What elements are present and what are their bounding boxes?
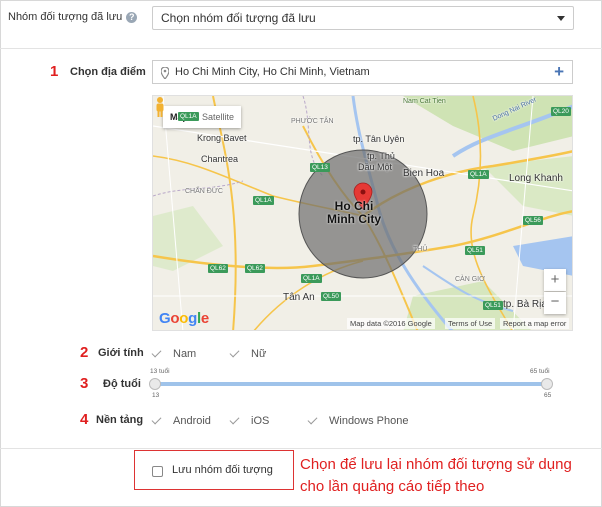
highway-shield: QL56: [523, 216, 543, 225]
platform-option-ios[interactable]: iOS: [229, 414, 270, 427]
check-icon: [229, 414, 240, 425]
highway-shield: QL51: [483, 301, 503, 310]
age-min-top-label: 13 tuổi: [150, 368, 170, 375]
platform-label: Nền tảng: [96, 414, 144, 426]
map-city-label: Ho Chi Minh City: [327, 200, 381, 226]
gender-option-female[interactable]: Nữ: [229, 347, 267, 360]
location-value: Ho Chi Minh City, Ho Chi Minh, Vietnam: [175, 66, 370, 78]
map-terms-link[interactable]: Terms of Use: [445, 318, 496, 329]
highway-shield: QL51: [465, 246, 485, 255]
gender-option-male[interactable]: Nam: [151, 347, 197, 360]
zoom-out-button[interactable]: −: [544, 292, 566, 314]
map-label: Krong Bavet: [197, 133, 247, 143]
save-audience-label[interactable]: Lưu nhóm đối tượng: [172, 464, 273, 476]
step-number-1: 1: [50, 63, 59, 80]
divider: [0, 48, 602, 49]
map-label: PHƯỚC TÂN: [291, 118, 334, 125]
platform-option-label: iOS: [251, 415, 270, 427]
gender-option-label: Nữ: [251, 348, 267, 360]
map-label: Dầu Một: [358, 162, 393, 172]
annotation-note: Chọn để lưu lại nhóm đối tượng sử dụng c…: [300, 454, 600, 498]
annotation-line2: cho lần quảng cáo tiếp theo: [300, 478, 485, 495]
map-tab-satellite[interactable]: Satellite: [195, 106, 241, 128]
zoom-in-button[interactable]: +: [544, 269, 566, 291]
step-number-4: 4: [80, 411, 89, 428]
age-slider-track[interactable]: [155, 382, 548, 386]
gender-label: Giới tính: [98, 347, 144, 359]
step-number-2: 2: [80, 344, 89, 361]
platform-option-android[interactable]: Android: [151, 414, 211, 427]
add-location-icon[interactable]: +: [554, 63, 564, 81]
check-icon: [229, 347, 240, 358]
check-icon: [151, 347, 162, 358]
saved-audience-select[interactable]: Chọn nhóm đối tượng đã lưu: [152, 6, 574, 30]
divider: [0, 448, 602, 449]
location-label: Chọn địa điểm: [70, 66, 146, 78]
map-label: tp. Thủ: [367, 151, 395, 161]
pegman-icon[interactable]: [153, 96, 167, 118]
highway-shield: QL1A: [301, 274, 322, 283]
platform-option-label: Windows Phone: [329, 415, 409, 427]
map-label: THỦ: [413, 246, 428, 253]
gender-option-label: Nam: [173, 348, 197, 360]
location-pin-icon: [161, 67, 169, 79]
map-attribution: Map data ©2016 Google: [347, 318, 435, 329]
map-label: Nam Cat Tien: [403, 98, 446, 105]
highway-shield: QL13: [310, 163, 330, 172]
map-city-line2: Minh City: [327, 212, 381, 226]
highway-shield: QL1A: [468, 170, 489, 179]
map-report-link[interactable]: Report a map error: [500, 318, 570, 329]
saved-audience-label-text: Nhóm đối tượng đã lưu: [8, 11, 123, 23]
age-max-top-label: 65 tuổi: [530, 368, 550, 375]
platform-option-windows-phone[interactable]: Windows Phone: [307, 414, 409, 427]
save-audience-checkbox[interactable]: [152, 466, 163, 477]
check-icon: [151, 414, 162, 425]
annotation-line1: Chọn để lưu lại nhóm đối tượng sử dụng: [300, 456, 572, 473]
step-number-3: 3: [80, 375, 89, 392]
highway-shield: QL1A: [253, 196, 274, 205]
map-type-control[interactable]: Map Satellite: [163, 106, 242, 128]
highway-shield: QL20: [551, 107, 571, 116]
age-max-label: 65: [544, 392, 552, 399]
saved-audience-label: Nhóm đối tượng đã lưu?: [8, 11, 138, 23]
platform-option-label: Android: [173, 415, 211, 427]
save-audience-highlight: Lưu nhóm đối tượng: [134, 450, 294, 490]
map-label: CÀN GIỜ: [455, 276, 486, 283]
saved-audience-select-value: Chọn nhóm đối tượng đã lưu: [161, 11, 316, 25]
map-label: Chantrea: [201, 154, 239, 164]
check-icon: [307, 414, 318, 425]
highway-shield: QL62: [208, 264, 228, 273]
location-input[interactable]: Ho Chi Minh City, Ho Chi Minh, Vietnam +: [152, 60, 573, 84]
highway-shield: QL62: [245, 264, 265, 273]
info-icon[interactable]: ?: [126, 11, 138, 23]
map-label: Long Khanh: [509, 173, 563, 184]
map-label: CHẤN ĐỨC: [185, 188, 223, 195]
map-label: tp. Tân Uyên: [353, 134, 405, 144]
age-label: Độ tuổi: [103, 378, 141, 390]
location-map[interactable]: Map Satellite Ho Chi Minh City tp. Tân U…: [152, 95, 573, 331]
age-min-label: 13: [152, 392, 160, 399]
google-logo: Google: [159, 310, 209, 327]
chevron-down-icon: [557, 16, 565, 21]
map-label: tp. Bà Rịa: [503, 299, 547, 310]
age-slider-max-handle[interactable]: [541, 378, 553, 390]
highway-shield: QL50: [321, 292, 341, 301]
map-label: Tân An: [283, 292, 315, 303]
age-slider-min-handle[interactable]: [149, 378, 161, 390]
map-label: Bien Hoa: [403, 168, 445, 179]
highway-shield: QL1A: [178, 112, 199, 121]
